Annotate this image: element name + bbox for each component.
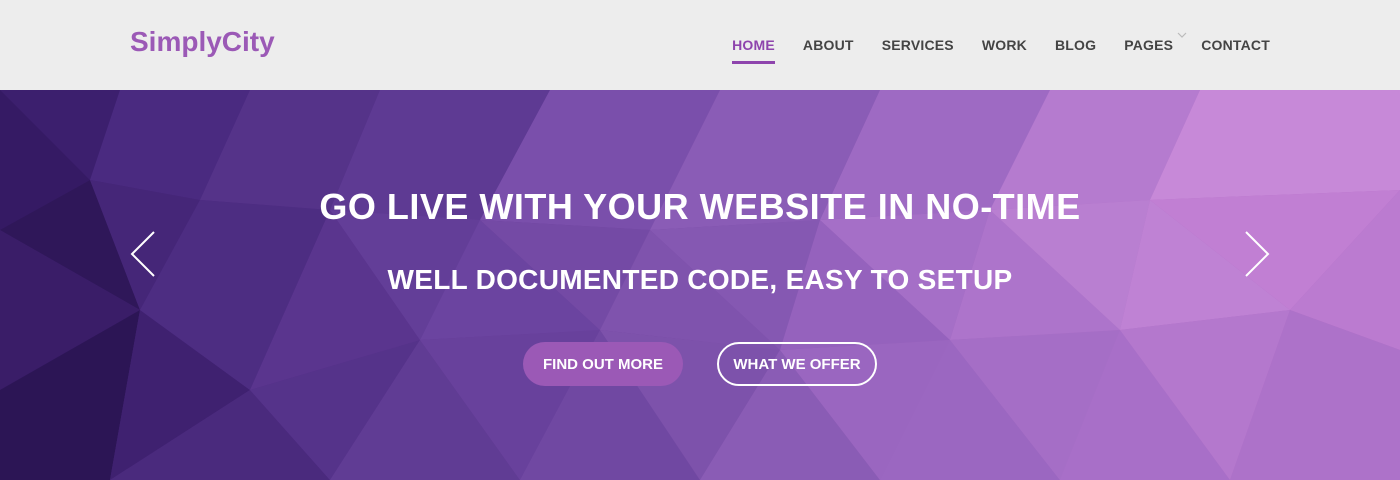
nav-item-about[interactable]: ABOUT — [803, 0, 854, 90]
hero-slider: GO LIVE WITH YOUR WEBSITE IN NO-TIME WEL… — [0, 90, 1400, 480]
nav-item-contact[interactable]: CONTACT — [1201, 0, 1270, 90]
chevron-left-icon[interactable] — [128, 230, 158, 278]
what-we-offer-button[interactable]: WHAT WE OFFER — [717, 342, 877, 386]
hero-subheadline: WELL DOCUMENTED CODE, EASY TO SETUP — [387, 264, 1013, 295]
nav-item-blog[interactable]: BLOG — [1055, 0, 1096, 90]
main-nav: HOME ABOUT SERVICES WORK BLOG PAGES CONT… — [732, 0, 1270, 90]
hero-headline: GO LIVE WITH YOUR WEBSITE IN NO-TIME — [319, 186, 1081, 227]
nav-item-pages[interactable]: PAGES — [1124, 0, 1187, 90]
find-out-more-button[interactable]: FIND OUT MORE — [523, 342, 683, 386]
brand-logo[interactable]: SimplyCity — [130, 26, 275, 58]
nav-item-services[interactable]: SERVICES — [882, 0, 954, 90]
top-navbar: SimplyCity HOME ABOUT SERVICES WORK BLOG… — [0, 0, 1400, 90]
nav-item-pages-label: PAGES — [1124, 37, 1174, 53]
nav-item-home[interactable]: HOME — [732, 0, 775, 90]
nav-item-work[interactable]: WORK — [982, 0, 1027, 90]
chevron-right-icon[interactable] — [1242, 230, 1272, 278]
chevron-down-icon — [1177, 32, 1187, 38]
